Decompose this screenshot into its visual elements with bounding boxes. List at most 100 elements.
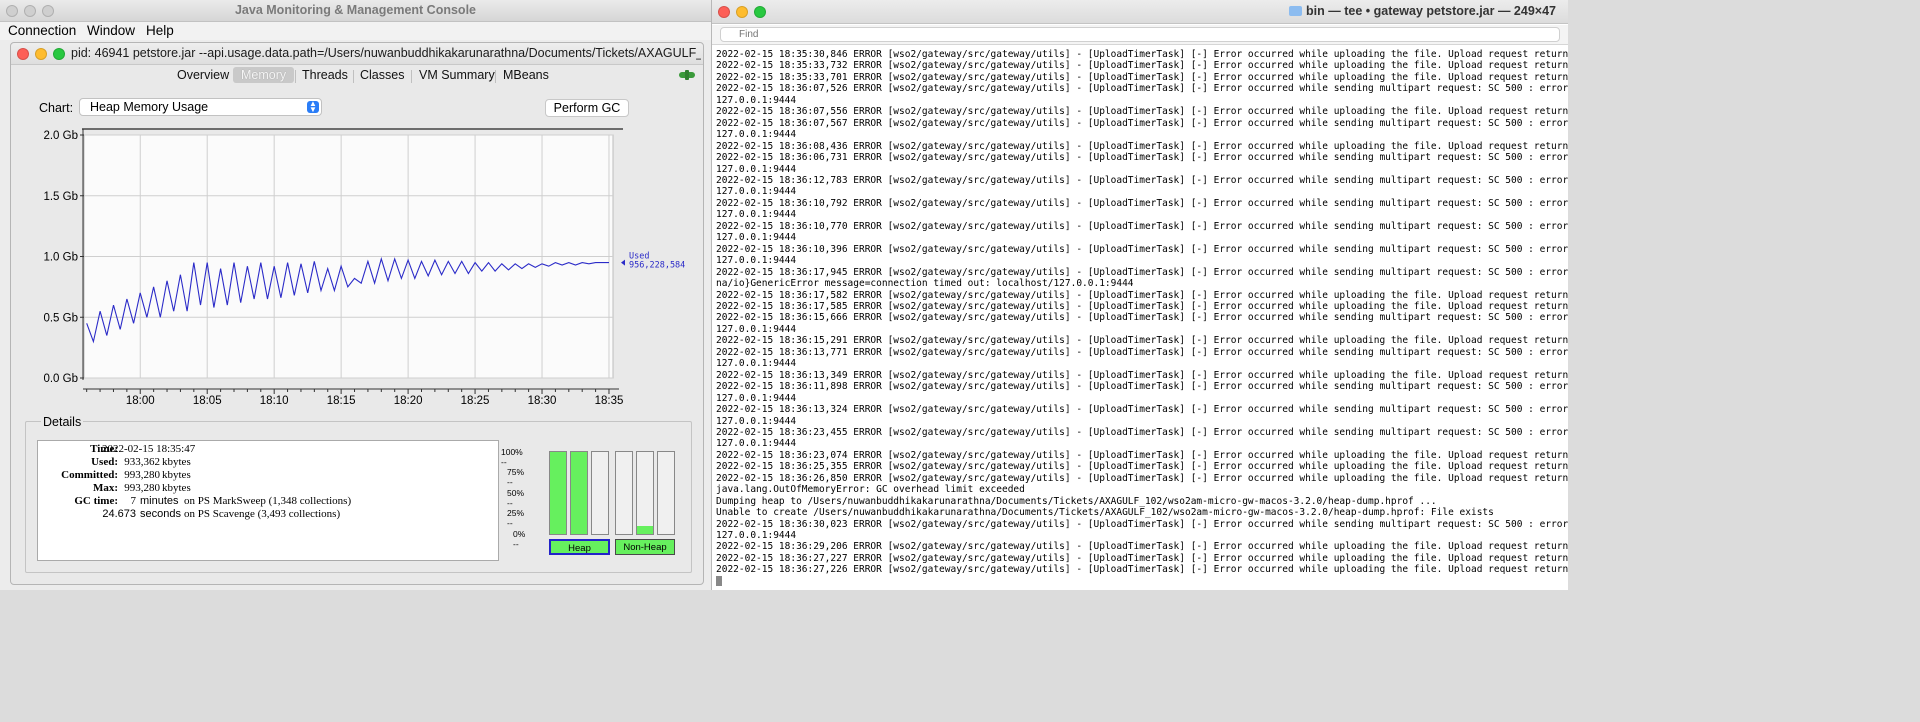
detail-key-max: Max: — [92, 482, 118, 494]
detail-value-max: 993,280 — [124, 482, 160, 494]
terminal-line: 2022-02-15 18:36:27,227 ERROR [wso2/gate… — [716, 552, 1568, 564]
detail-value-used: 933,362 — [124, 456, 160, 468]
terminal-line: 127.0.0.1:9444 — [716, 438, 797, 450]
folder-icon — [1289, 6, 1303, 16]
detail-key-gc-time: GC time: — [74, 495, 118, 507]
terminal-line: 2022-02-15 18:36:13,771 ERROR [wso2/gate… — [716, 346, 1568, 358]
y-tick-label: 2.0 Gb — [43, 130, 78, 142]
y-tick-label: 0.5 Gb — [43, 312, 78, 324]
detail-unit-gc2: seconds — [140, 508, 181, 520]
menu-help[interactable]: Help — [146, 23, 174, 38]
terminal-line: 127.0.0.1:9444 — [716, 232, 797, 244]
terminal-line: 2022-02-15 18:36:07,556 ERROR [wso2/gate… — [716, 106, 1568, 118]
details-text-area: Time: 2022-02-15 18:35:47 Used: 933,362 … — [37, 440, 499, 561]
terminal-line: 2022-02-15 18:36:10,396 ERROR [wso2/gate… — [716, 243, 1568, 255]
used-marker-arrow — [621, 259, 625, 266]
detail-value-gc2: 24.673 — [102, 508, 136, 520]
terminal-title: bin — tee • gateway petstore.jar — 249×4… — [712, 4, 1568, 18]
terminal-line: 2022-02-15 18:36:12,783 ERROR [wso2/gate… — [716, 174, 1568, 186]
terminal-line: Dumping heap to /Users/nuwanbuddhikakaru… — [716, 495, 1437, 507]
terminal-line: 2022-02-15 18:36:29,206 ERROR [wso2/gate… — [716, 541, 1568, 553]
detail-unit-gc1: minutes — [140, 495, 179, 507]
terminal-line: 2022-02-15 18:35:33,732 ERROR [wso2/gate… — [716, 60, 1568, 72]
menu-connection[interactable]: Connection — [8, 23, 76, 38]
nonheap-pool-bar-2[interactable] — [636, 451, 654, 535]
terminal-line: 2022-02-15 18:36:23,074 ERROR [wso2/gate… — [716, 449, 1568, 461]
nonheap-pool-bar-3[interactable] — [657, 451, 675, 535]
used-series-value: 956,228,584 — [629, 261, 685, 271]
x-tick-label: 18:30 — [528, 395, 557, 407]
terminal-line: 2022-02-15 18:36:30,023 ERROR [wso2/gate… — [716, 518, 1568, 530]
terminal-line: 127.0.0.1:9444 — [716, 94, 797, 106]
nonheap-pool-bar-1[interactable] — [615, 451, 633, 535]
x-tick-label: 18:15 — [327, 395, 356, 407]
terminal-line: 2022-02-15 18:36:15,666 ERROR [wso2/gate… — [716, 312, 1568, 324]
terminal-line: 2022-02-15 18:36:15,291 ERROR [wso2/gate… — [716, 335, 1568, 347]
find-input[interactable] — [720, 27, 1560, 42]
find-bar: ⌕ — [712, 25, 1568, 45]
terminal-line: 127.0.0.1:9444 — [716, 186, 797, 198]
menu-bar: Connection Window Help — [0, 22, 711, 40]
terminal-line: 127.0.0.1:9444 — [716, 129, 797, 141]
terminal-line: 2022-02-15 18:36:10,792 ERROR [wso2/gate… — [716, 197, 1568, 209]
bar-scale-100: 100% -- — [501, 447, 523, 467]
x-tick-label: 18:05 — [193, 395, 222, 407]
terminal-cursor — [716, 575, 722, 586]
terminal-line: 2022-02-15 18:36:17,582 ERROR [wso2/gate… — [716, 289, 1568, 301]
detail-value-committed: 993,280 — [124, 469, 160, 481]
y-tick-label: 0.0 Gb — [43, 373, 78, 385]
detail-key-committed: Committed: — [61, 469, 118, 481]
jconsole-titlebar: Java Monitoring & Management Console — [0, 0, 711, 22]
connection-internal-frame: pid: 46941 petstore.jar --api.usage.data… — [10, 42, 704, 585]
terminal-line: 2022-02-15 18:36:27,226 ERROR [wso2/gate… — [716, 564, 1568, 576]
terminal-line: 2022-02-15 18:36:17,945 ERROR [wso2/gate… — [716, 266, 1568, 278]
y-tick-label: 1.0 Gb — [43, 252, 78, 264]
terminal-line: 2022-02-15 18:36:23,455 ERROR [wso2/gate… — [716, 426, 1568, 438]
terminal-line: 2022-02-15 18:36:07,526 ERROR [wso2/gate… — [716, 83, 1568, 95]
terminal-line: 127.0.0.1:9444 — [716, 163, 797, 175]
detail-desc-gc1: on PS MarkSweep (1,348 collections) — [184, 495, 352, 507]
heap-pool-bar-3[interactable] — [591, 451, 609, 535]
terminal-line: 2022-02-15 18:36:10,770 ERROR [wso2/gate… — [716, 220, 1568, 232]
terminal-line: 127.0.0.1:9444 — [716, 209, 797, 221]
terminal-line: 127.0.0.1:9444 — [716, 530, 797, 542]
detail-value-time: 2022-02-15 18:35:47 — [102, 443, 196, 455]
detail-value-gc1: 7 — [130, 495, 137, 507]
menu-window[interactable]: Window — [87, 23, 135, 38]
detail-unit-used: kbytes — [162, 456, 191, 468]
bar-scale-25: 25% -- — [507, 508, 525, 528]
terminal-line: 2022-02-15 18:36:06,731 ERROR [wso2/gate… — [716, 152, 1568, 164]
bar-scale-50: 50% -- — [507, 488, 525, 508]
heap-pool-bar-2[interactable] — [570, 451, 588, 535]
terminal-line: 2022-02-15 18:36:26,850 ERROR [wso2/gate… — [716, 472, 1568, 484]
non-heap-button[interactable]: Non-Heap — [615, 539, 675, 555]
terminal-line: 2022-02-15 18:36:08,436 ERROR [wso2/gate… — [716, 140, 1568, 152]
terminal-output[interactable]: 2022-02-15 18:35:30,846 ERROR [wso2/gate… — [716, 49, 1568, 590]
terminal-line: 2022-02-15 18:36:13,349 ERROR [wso2/gate… — [716, 369, 1568, 381]
x-tick-label: 18:20 — [394, 395, 423, 407]
terminal-line: na/io}GenericError message=connection ti… — [716, 278, 1134, 290]
terminal-line: java.lang.OutOfMemoryError: GC overhead … — [716, 484, 1025, 496]
heap-button[interactable]: Heap — [549, 539, 610, 555]
terminal-line: Unable to create /Users/nuwanbuddhikakar… — [716, 507, 1494, 519]
terminal-line: 2022-02-15 18:36:17,585 ERROR [wso2/gate… — [716, 300, 1568, 312]
detail-desc-gc2: on PS Scavenge (3,493 collections) — [184, 508, 341, 520]
terminal-line: 127.0.0.1:9444 — [716, 358, 797, 370]
terminal-window: bin — tee • gateway petstore.jar — 249×4… — [712, 0, 1568, 590]
terminal-line: 2022-02-15 18:36:13,324 ERROR [wso2/gate… — [716, 404, 1568, 416]
bar-scale-0: 0% -- — [513, 529, 526, 549]
desktop: Java Monitoring & Management Console Con… — [0, 0, 1568, 590]
x-tick-label: 18:00 — [126, 395, 155, 407]
terminal-line: 2022-02-15 18:35:30,846 ERROR [wso2/gate… — [716, 49, 1568, 60]
x-tick-label: 18:35 — [595, 395, 624, 407]
heap-pool-bar-1[interactable] — [549, 451, 567, 535]
terminal-title-text: bin — tee • gateway petstore.jar — 249×4… — [1306, 4, 1556, 18]
terminal-line: 127.0.0.1:9444 — [716, 415, 797, 427]
bar-scale-75: 75% -- — [507, 467, 525, 487]
terminal-titlebar: bin — tee • gateway petstore.jar — 249×4… — [712, 0, 1568, 24]
x-tick-label: 18:10 — [260, 395, 289, 407]
detail-unit-committed: kbytes — [162, 469, 191, 481]
terminal-line: 127.0.0.1:9444 — [716, 392, 797, 404]
x-tick-label: 18:25 — [461, 395, 490, 407]
terminal-line: 2022-02-15 18:36:07,567 ERROR [wso2/gate… — [716, 117, 1568, 129]
